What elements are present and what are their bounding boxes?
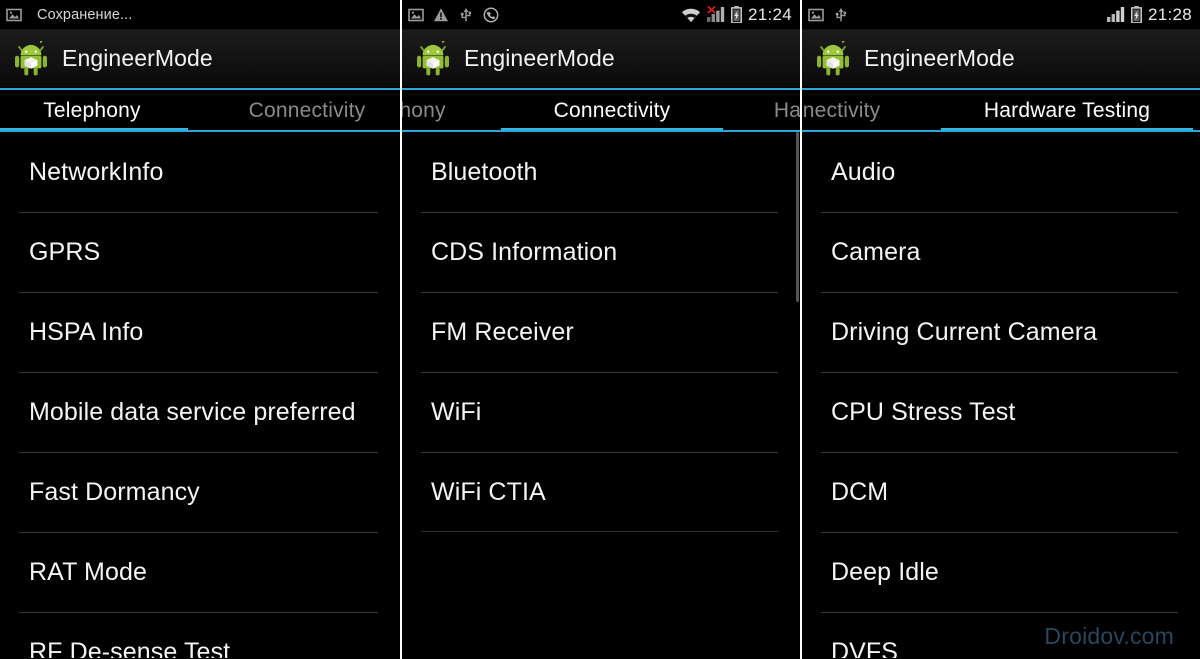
list-item[interactable]: Deep Idle xyxy=(802,532,1200,612)
battery-charging-icon xyxy=(1130,6,1142,24)
status-bar[interactable]: Сохранение... xyxy=(0,0,400,30)
settings-list[interactable]: Audio Camera Driving Current Camera CPU Str… xyxy=(802,132,1200,658)
signal-icon xyxy=(1106,6,1125,23)
list-item-label: CDS Information xyxy=(431,237,618,266)
usb-icon xyxy=(458,7,474,23)
android-robot-icon xyxy=(815,40,851,77)
list-item[interactable]: DCM xyxy=(802,452,1200,532)
statusbar-left-icons xyxy=(808,7,849,23)
list-item-label: HSPA Info xyxy=(29,317,144,346)
list-item-label: Deep Idle xyxy=(831,557,939,586)
status-bar[interactable]: 21:24 xyxy=(402,0,800,30)
tab-telephony[interactable]: Telephony xyxy=(0,90,192,130)
image-icon xyxy=(408,7,424,23)
statusbar-clock: 21:28 xyxy=(1147,4,1192,24)
image-icon xyxy=(6,7,22,23)
battery-charging-icon xyxy=(730,6,742,24)
statusbar-right-icons: 21:28 xyxy=(1106,4,1192,25)
tab-row: Telephony Connectivity Hardware Testing xyxy=(402,90,800,130)
list-item-label: Driving Current Camera xyxy=(831,317,1098,346)
list-item-label: FM Receiver xyxy=(431,317,574,346)
signal-no-service-icon xyxy=(706,6,725,23)
list-item[interactable]: RF De-sense Test xyxy=(0,612,400,658)
list-item[interactable]: WiFi xyxy=(402,372,800,452)
tab-label: Hardware Testing xyxy=(983,98,1151,122)
tab-telephony[interactable]: Telephony xyxy=(402,90,497,130)
viber-icon xyxy=(483,7,499,23)
list-item-label: Audio xyxy=(831,157,896,186)
list-item[interactable]: RAT Mode xyxy=(0,532,400,612)
list-item-label: CPU Stress Test xyxy=(831,397,1016,426)
statusbar-left-icons xyxy=(408,7,499,23)
list-item[interactable]: FM Receiver xyxy=(402,292,800,372)
statusbar-clock: 21:24 xyxy=(747,4,792,24)
device-screen-1: Сохранение... EngineerMode Telephony Connec… xyxy=(0,0,400,659)
statusbar-right-icons: 21:24 xyxy=(681,5,792,25)
device-screen-3: 21:28 EngineerMode Connectivity Hardware Te… xyxy=(800,0,1200,659)
scrollbar-thumb[interactable] xyxy=(796,132,799,302)
tab-label: Connectivity xyxy=(553,98,671,122)
tab-label: Telephony xyxy=(43,98,141,122)
list-item[interactable]: DVFS xyxy=(802,612,1200,658)
list-item-label: Fast Dormancy xyxy=(29,477,200,506)
app-title: EngineerMode xyxy=(62,45,213,71)
action-bar: EngineerMode xyxy=(402,30,800,88)
tab-label: Connectivity xyxy=(802,98,881,122)
list-item[interactable]: Bluetooth xyxy=(402,132,800,212)
statusbar-left-icons: Сохранение... xyxy=(6,7,132,23)
tab-hardware-testing[interactable]: Hardware Testing xyxy=(937,90,1197,130)
settings-list[interactable]: Bluetooth CDS Information FM Receiver WiFi W… xyxy=(402,132,800,658)
status-bar[interactable]: 21:28 xyxy=(802,0,1200,30)
tab-label: Connectivity xyxy=(248,98,366,122)
list-item-label: RAT Mode xyxy=(29,557,147,586)
tab-connectivity[interactable]: Connectivity xyxy=(802,90,937,130)
list-item[interactable]: GPRS xyxy=(0,212,400,292)
list-item[interactable]: NetworkInfo xyxy=(0,132,400,212)
list-item[interactable]: CPU Stress Test xyxy=(802,372,1200,452)
usb-icon xyxy=(833,7,849,23)
list-item-label: WiFi xyxy=(431,397,482,426)
tab-hardware-testing[interactable]: Hardware Testing xyxy=(727,90,800,130)
list-item-label: Mobile data service preferred xyxy=(29,397,356,426)
list-item-label: Camera xyxy=(831,237,921,266)
tab-strip[interactable]: Telephony Connectivity xyxy=(0,88,400,132)
tab-row: Telephony Connectivity xyxy=(0,90,400,130)
list-item-label: RF De-sense Test xyxy=(29,637,231,659)
tab-label: Telephony xyxy=(402,98,446,122)
list-item-label: WiFi CTIA xyxy=(431,477,546,506)
app-title: EngineerMode xyxy=(464,45,615,71)
list-item[interactable]: WiFi CTIA xyxy=(402,452,800,532)
tab-connectivity[interactable]: Connectivity xyxy=(192,90,400,130)
tab-label: Hardware Testing xyxy=(773,98,800,122)
list-item-label: NetworkInfo xyxy=(29,157,164,186)
action-bar: EngineerMode xyxy=(802,30,1200,88)
tab-connectivity[interactable]: Connectivity xyxy=(497,90,727,130)
image-icon xyxy=(808,7,824,23)
device-screen-2: 21:24 EngineerMode Telephony Connectivity Ha… xyxy=(400,0,800,659)
list-item-label: DVFS xyxy=(831,637,899,659)
list-item[interactable]: CDS Information xyxy=(402,212,800,292)
list-item[interactable]: Camera xyxy=(802,212,1200,292)
app-title: EngineerMode xyxy=(864,45,1015,71)
tab-strip[interactable]: ConnectivityHardware TestingLog and Debu… xyxy=(802,88,1200,132)
screenshot-collage: Сохранение... EngineerMode Telephony Connec… xyxy=(0,0,1200,659)
list-item-label: GPRS xyxy=(29,237,101,266)
list-item-label: Bluetooth xyxy=(431,157,538,186)
list-item[interactable]: Driving Current Camera xyxy=(802,292,1200,372)
android-robot-icon xyxy=(13,40,49,77)
list-item[interactable]: Fast Dormancy xyxy=(0,452,400,532)
list-item[interactable]: Audio xyxy=(802,132,1200,212)
list-item-label: DCM xyxy=(831,477,889,506)
tab-strip[interactable]: Telephony Connectivity Hardware Testing xyxy=(402,88,800,132)
settings-list[interactable]: NetworkInfo GPRS HSPA Info Mobile data serv… xyxy=(0,132,400,658)
tab-row: ConnectivityHardware TestingLog and Debu… xyxy=(802,90,1200,130)
wifi-icon xyxy=(681,6,701,23)
list-item[interactable]: HSPA Info xyxy=(0,292,400,372)
action-bar: EngineerMode xyxy=(0,30,400,88)
statusbar-notification-text: Сохранение... xyxy=(37,6,133,23)
android-robot-icon xyxy=(415,40,451,77)
list-item[interactable]: Mobile data service preferred xyxy=(0,372,400,452)
warning-icon xyxy=(433,7,449,23)
